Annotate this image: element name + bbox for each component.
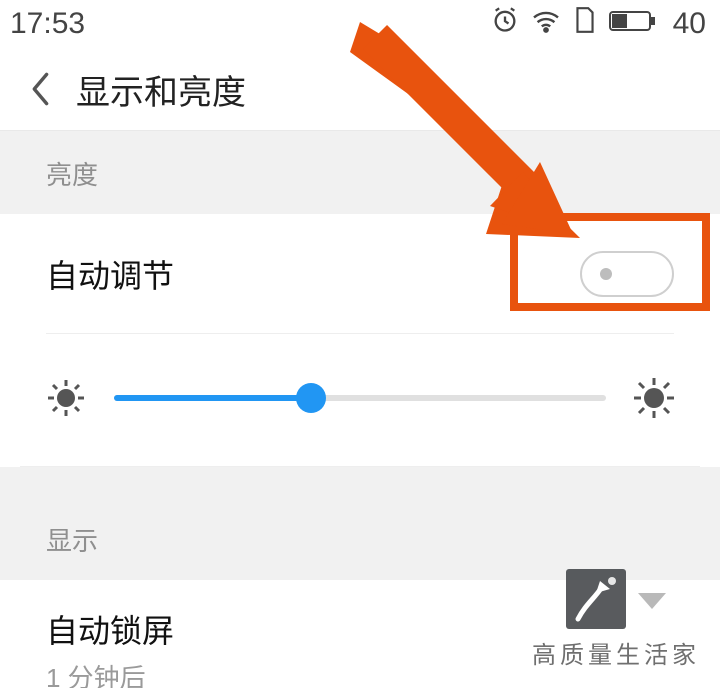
alarm-icon	[491, 6, 519, 42]
auto-lock-label: 自动锁屏	[46, 606, 174, 652]
battery-percent: 40	[673, 7, 706, 41]
header: 显示和亮度	[0, 48, 720, 130]
watermark-logo-icon	[566, 569, 626, 629]
watermark-text: 高质量生活家	[532, 635, 700, 670]
row-auto-adjust: 自动调节	[0, 214, 720, 334]
back-button[interactable]	[18, 66, 64, 112]
brightness-slider-row	[20, 334, 700, 467]
status-time: 17:53	[10, 7, 85, 41]
sim-icon	[573, 6, 597, 42]
battery-icon	[609, 7, 657, 41]
wifi-icon	[531, 7, 561, 41]
brightness-high-icon	[634, 378, 674, 418]
page-title: 显示和亮度	[76, 65, 246, 114]
auto-lock-value: 1 分钟后	[46, 658, 174, 688]
status-bar: 17:53	[0, 0, 720, 48]
brightness-slider[interactable]	[114, 395, 606, 401]
watermark-dropdown-icon	[638, 593, 666, 609]
section-label-display: 显示	[0, 497, 720, 580]
section-label-brightness: 亮度	[0, 130, 720, 214]
brightness-low-icon	[46, 378, 86, 418]
auto-adjust-toggle[interactable]	[580, 251, 674, 297]
watermark: 高质量生活家	[532, 569, 700, 670]
auto-adjust-label: 自动调节	[46, 251, 174, 297]
